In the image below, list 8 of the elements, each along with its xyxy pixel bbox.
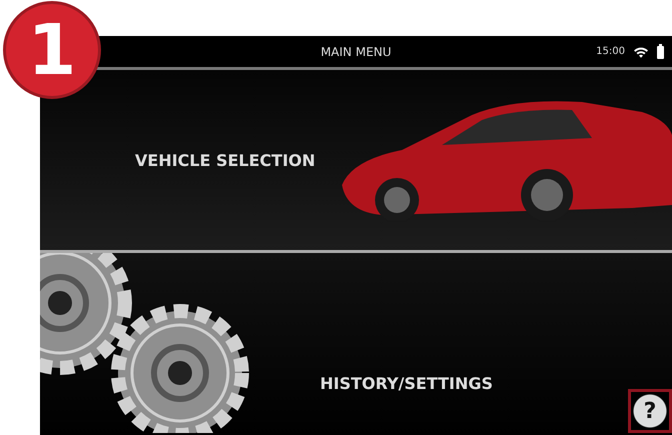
clock-time: 15:00 — [596, 46, 625, 57]
step-badge: 1 — [3, 1, 101, 99]
tile-label: HISTORY/SETTINGS — [320, 374, 493, 393]
battery-icon — [657, 44, 664, 59]
help-button[interactable]: ? — [628, 389, 672, 433]
screen-title: MAIN MENU — [320, 44, 392, 58]
wifi-icon — [633, 46, 649, 58]
tile-label: VEHICLE SELECTION — [135, 150, 316, 170]
